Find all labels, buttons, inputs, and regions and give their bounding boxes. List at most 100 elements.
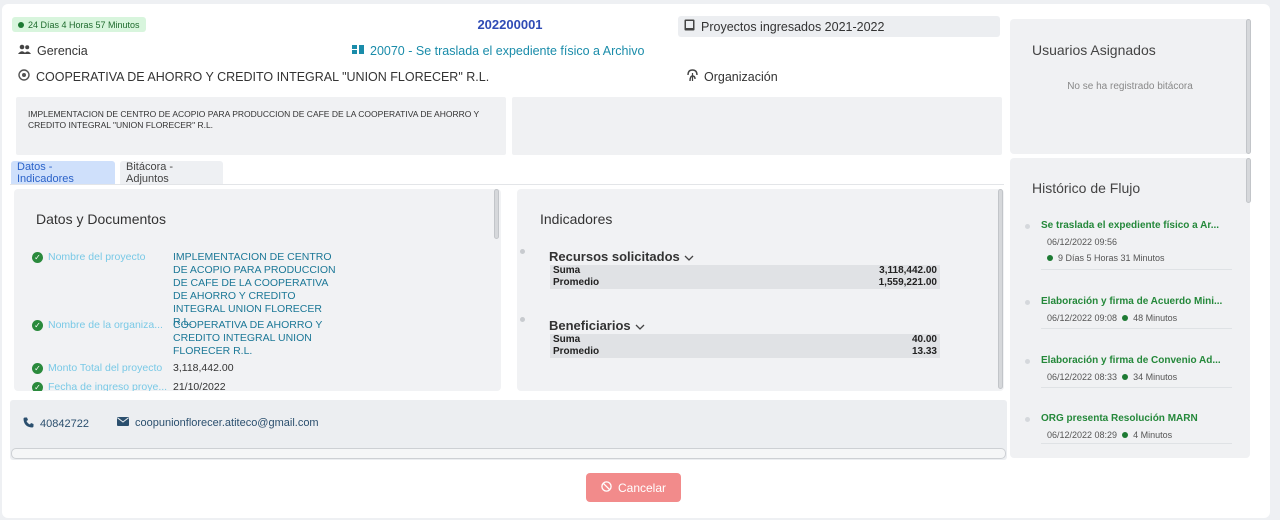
history-item-title: Se traslada el expediente físico a Ar... <box>1041 220 1220 231</box>
email-item: coopunionflorecer.atiteco@gmail.com <box>117 417 319 429</box>
users-scrollbar[interactable] <box>1246 19 1251 154</box>
description-secondary-box <box>512 97 1002 155</box>
status-dot-icon <box>18 21 24 28</box>
current-step-text: 20070 - Se traslada el expediente físico… <box>370 44 645 58</box>
book-icon <box>684 19 695 34</box>
unit-row: Gerencia <box>18 44 88 58</box>
organization-label: Organización <box>704 70 778 84</box>
history-item-meta: 06/12/2022 08:29 4 Minutos <box>1033 430 1233 440</box>
indicadores-scrollbar[interactable] <box>998 189 1003 389</box>
indicator-group-title: Beneficiarios <box>549 318 631 333</box>
timeline-dot-icon <box>1025 417 1030 422</box>
status-dot-icon <box>1122 374 1129 380</box>
row-label: Promedio <box>553 346 600 357</box>
datos-panel: Datos y Documentos ✓ Nombre del proyecto… <box>14 189 501 391</box>
field-label: Monto Total del proyecto <box>48 362 163 374</box>
history-item-meta: 06/12/2022 08:33 34 Minutos <box>1033 372 1233 382</box>
history-item[interactable]: ORG presenta Resolución MARN 06/12/2022 … <box>1025 413 1233 440</box>
history-separator <box>1041 387 1232 388</box>
row-value: 3,118,442.00 <box>879 265 937 276</box>
row-value: 13.33 <box>911 346 937 357</box>
row-label: Suma <box>553 334 581 345</box>
projects-period-box: Proyectos ingresados 2021-2022 <box>678 16 1000 37</box>
field-label: Nombre del proyecto <box>48 251 146 263</box>
history-separator <box>1041 443 1232 444</box>
check-icon: ✓ <box>32 320 43 331</box>
history-date-text: 06/12/2022 09:56 <box>1047 237 1118 247</box>
history-duration-text: 4 Minutos <box>1133 430 1173 440</box>
check-icon: ✓ <box>32 252 43 263</box>
history-item-title: Elaboración y firma de Acuerdo Mini... <box>1041 296 1223 307</box>
assigned-users-empty: No se ha registrado bitácora <box>1067 81 1193 92</box>
indicadores-title: Indicadores <box>540 211 613 227</box>
timeline-dot-icon <box>1025 359 1030 364</box>
ban-icon <box>601 480 612 495</box>
check-icon: ✓ <box>32 382 43 391</box>
table-row: Suma 40.00 <box>550 334 940 346</box>
horizontal-scrollbar[interactable] <box>11 448 1006 459</box>
table-row: Promedio 13.33 <box>550 346 940 358</box>
history-duration-text: 34 Minutos <box>1133 372 1178 382</box>
cancel-label: Cancelar <box>617 480 667 495</box>
field-value: COOPERATIVA DE AHORRO Y CREDITO INTEGRAL… <box>173 319 323 357</box>
building-icon <box>18 69 30 84</box>
bullet-icon <box>520 317 525 322</box>
history-duration-text: 48 Minutos <box>1133 313 1178 323</box>
assigned-users-panel: Usuarios Asignados No se ha registrado b… <box>1010 19 1250 154</box>
organization-label-row: Organización <box>687 69 778 85</box>
datos-scrollbar[interactable] <box>494 189 499 239</box>
field-row: ✓ Nombre del proyecto IMPLEMENTACION DE … <box>32 251 338 329</box>
timeline-dot-icon <box>1025 300 1030 305</box>
tab-bitacora-adjuntos[interactable]: Bitácora - Adjuntos <box>120 161 223 185</box>
history-duration-text: 9 Días 5 Horas 31 Minutos <box>1058 253 1165 263</box>
organization-name: COOPERATIVA DE AHORRO Y CREDITO INTEGRAL… <box>36 69 490 84</box>
check-icon: ✓ <box>32 363 43 374</box>
history-scrollbar[interactable] <box>1246 158 1251 203</box>
phone-icon <box>23 417 34 431</box>
history-item-meta: 06/12/2022 09:08 48 Minutos <box>1033 313 1233 323</box>
elapsed-time-text: 24 Días 4 Horas 57 Minutos <box>28 19 140 30</box>
flow-history-title: Histórico de Flujo <box>1032 180 1141 196</box>
mail-icon <box>117 417 129 429</box>
indicator-table: Suma 40.00 Promedio 13.33 <box>550 334 940 358</box>
history-item[interactable]: Elaboración y firma de Acuerdo Mini... 0… <box>1025 296 1233 323</box>
history-item[interactable]: Se traslada el expediente físico a Ar...… <box>1025 220 1233 263</box>
indicator-group-toggle[interactable]: Beneficiarios <box>549 318 645 333</box>
current-step-link[interactable]: 20070 - Se traslada el expediente físico… <box>352 44 644 58</box>
tab-datos-indicadores[interactable]: Datos - Indicadores <box>11 161 115 185</box>
flow-icon <box>352 44 364 58</box>
status-dot-icon <box>1122 432 1129 438</box>
field-row: ✓ Monto Total del proyecto 3,118,442.00 <box>32 362 338 375</box>
bullet-icon <box>520 249 525 254</box>
chevron-down-icon <box>684 249 694 264</box>
row-value: 1,559,221.00 <box>878 277 937 288</box>
phone-item: 40842722 <box>23 417 89 431</box>
history-date-text: 06/12/2022 09:08 <box>1047 313 1118 323</box>
datos-title: Datos y Documentos <box>36 211 166 227</box>
row-value: 40.00 <box>911 334 937 345</box>
field-value: 21/10/2022 <box>173 381 226 391</box>
cancel-button[interactable]: Cancelar <box>586 473 681 502</box>
project-description: IMPLEMENTACION DE CENTRO DE ACOPIO PARA … <box>16 97 506 155</box>
users-icon <box>18 44 31 58</box>
table-row: Promedio 1,559,221.00 <box>550 277 940 289</box>
unit-label: Gerencia <box>37 44 88 58</box>
history-item-date: 06/12/2022 09:56 <box>1033 237 1233 247</box>
email-address: coopunionflorecer.atiteco@gmail.com <box>135 417 319 429</box>
field-value: 3,118,442.00 <box>173 362 234 374</box>
row-label: Suma <box>553 265 581 276</box>
chevron-down-icon <box>635 318 645 333</box>
assigned-users-title: Usuarios Asignados <box>1032 42 1156 58</box>
indicator-table: Suma 3,118,442.00 Promedio 1,559,221.00 <box>550 265 940 289</box>
field-row: ✓ Nombre de la organiza... COOPERATIVA D… <box>32 319 338 358</box>
field-label: Fecha de ingreso proye... <box>48 381 168 391</box>
fingerprint-icon <box>687 69 698 85</box>
project-code: 202200001 <box>477 17 543 32</box>
indicator-group-toggle[interactable]: Recursos solicitados <box>549 249 694 264</box>
history-item[interactable]: Elaboración y firma de Convenio Ad... 06… <box>1025 355 1233 382</box>
field-label: Nombre de la organiza... <box>48 319 163 331</box>
organization-row: COOPERATIVA DE AHORRO Y CREDITO INTEGRAL… <box>18 69 489 84</box>
field-row: ✓ Fecha de ingreso proye... 21/10/2022 <box>32 381 338 391</box>
history-separator <box>1041 328 1232 329</box>
indicator-group-title: Recursos solicitados <box>549 249 680 264</box>
